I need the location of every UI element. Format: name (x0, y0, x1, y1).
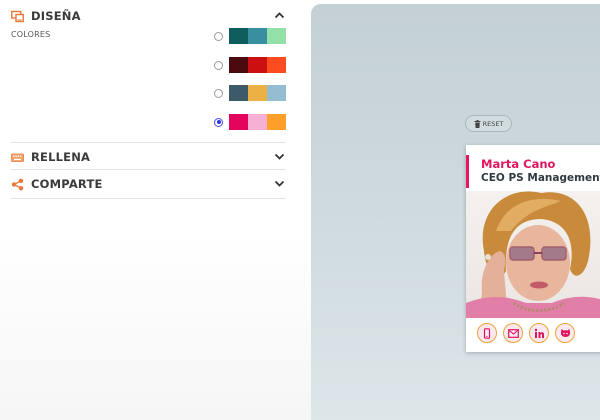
chevron-up-icon[interactable] (273, 9, 286, 22)
business-card: Marta Cano CEO PS Management (466, 145, 600, 352)
chevron-down-icon[interactable] (273, 177, 286, 190)
palette-option-2[interactable] (214, 57, 286, 73)
swatch (229, 57, 248, 73)
keyboard-icon (11, 151, 24, 164)
palette-radio-1[interactable] (214, 31, 223, 41)
palette-radio-2[interactable] (214, 60, 223, 70)
palette-swatches-3 (229, 85, 286, 101)
palette-option-3[interactable] (214, 85, 286, 101)
phone-icon[interactable] (477, 323, 497, 343)
section-rellena-header[interactable]: RELLENA (11, 144, 286, 170)
swatch (267, 28, 286, 44)
email-icon[interactable] (503, 323, 523, 343)
swatch (248, 85, 267, 101)
reset-label: RESET (482, 119, 504, 128)
divider (11, 198, 286, 199)
design-panel: DISEÑA COLORES RELLENA COMPARTE (0, 0, 311, 420)
swatch (248, 28, 267, 44)
github-icon[interactable] (555, 323, 575, 343)
swatch (267, 114, 286, 130)
chevron-down-icon[interactable] (273, 150, 286, 163)
swatch (229, 85, 248, 101)
monitor-icon (11, 10, 24, 23)
palette-radio-4[interactable] (214, 117, 223, 127)
divider (11, 169, 286, 170)
swatch (248, 57, 267, 73)
section-comparte-title: COMPARTE (31, 177, 103, 191)
card-name: Marta Cano (481, 157, 556, 171)
linkedin-icon[interactable] (529, 323, 549, 343)
palette-swatches-2 (229, 57, 286, 73)
social-links (477, 323, 575, 343)
palette-radio-3[interactable] (214, 88, 223, 98)
swatch (267, 57, 286, 73)
palette-swatches-1 (229, 28, 286, 44)
swatch (229, 28, 248, 44)
section-disena-title: DISEÑA (31, 9, 81, 23)
profile-photo (466, 191, 600, 318)
section-comparte-header[interactable]: COMPARTE (11, 171, 286, 197)
swatch (229, 114, 248, 130)
section-disena-header[interactable]: DISEÑA (11, 3, 286, 29)
share-icon (11, 178, 24, 191)
swatch (267, 85, 286, 101)
divider (11, 142, 286, 143)
palette-swatches-4 (229, 114, 286, 130)
swatch (248, 114, 267, 130)
palette-option-1[interactable] (214, 28, 286, 44)
card-preview-area: RESET Marta Cano CEO PS Management (311, 4, 600, 420)
palette-option-4[interactable] (214, 114, 286, 130)
card-accent-bar (466, 155, 469, 188)
colores-label: COLORES (11, 30, 51, 39)
trash-icon (474, 115, 481, 133)
section-rellena-title: RELLENA (31, 150, 91, 164)
reset-button[interactable]: RESET (465, 115, 512, 132)
card-role: CEO PS Management (481, 172, 600, 184)
